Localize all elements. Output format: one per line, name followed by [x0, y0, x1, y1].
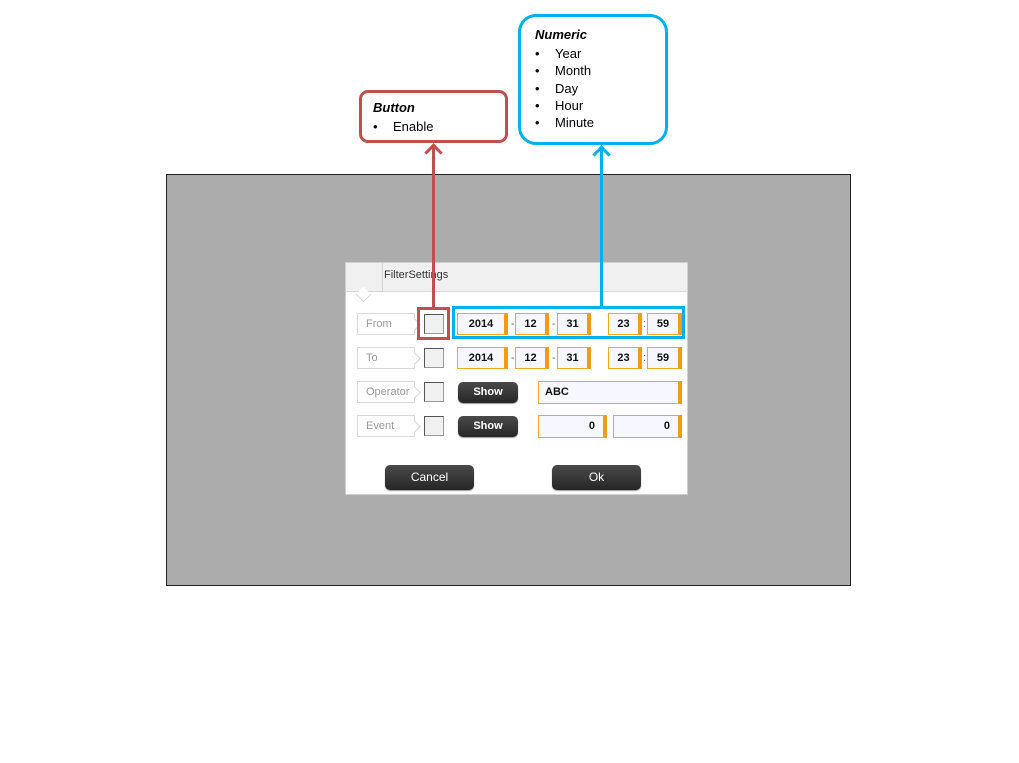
enable-checkbox-highlight	[417, 307, 450, 340]
button-arrow-icon	[424, 143, 443, 162]
operator-enable-checkbox[interactable]	[424, 382, 444, 402]
to-year-field[interactable]: 2014	[457, 347, 508, 369]
to-label: To	[357, 347, 415, 369]
to-enable-checkbox[interactable]	[424, 348, 444, 368]
numeric-callout: Numeric • Year • Month • Day • Hour • Minute	[518, 14, 668, 145]
date-separator: -	[552, 352, 556, 364]
operator-label: Operator	[357, 381, 415, 403]
to-day-field[interactable]: 31	[557, 347, 591, 369]
event-from-field[interactable]: 0	[538, 415, 607, 438]
ok-button[interactable]: Ok	[552, 465, 641, 490]
to-month-field[interactable]: 12	[515, 347, 549, 369]
button-callout-title: Button	[373, 100, 415, 115]
operator-show-button[interactable]: Show	[458, 382, 518, 403]
button-callout-item: • Enable	[373, 119, 434, 134]
from-label: From	[357, 313, 415, 335]
numeric-callout-title: Numeric	[535, 27, 588, 42]
dialog-title: FilterSettings	[384, 269, 449, 281]
numeric-callout-item: • Month	[535, 63, 592, 79]
operator-text-field[interactable]: ABC	[538, 381, 682, 404]
to-minute-field[interactable]: 59	[647, 347, 682, 369]
numeric-callout-list: • Year • Month • Day • Hour • Minute	[535, 45, 594, 131]
dialog-header: FilterSettings	[346, 263, 687, 292]
numeric-fields-highlight	[452, 306, 685, 339]
to-hour-field[interactable]: 23	[608, 347, 642, 369]
numeric-callout-item: • Minute	[535, 115, 595, 131]
time-separator: :	[643, 352, 647, 364]
header-divider	[382, 263, 383, 291]
numeric-callout-item: • Day	[535, 80, 579, 96]
event-to-field[interactable]: 0	[613, 415, 682, 438]
numeric-arrow-icon	[592, 145, 611, 164]
event-show-button[interactable]: Show	[458, 416, 518, 437]
button-callout-list: • Enable	[373, 118, 433, 135]
event-enable-checkbox[interactable]	[424, 416, 444, 436]
event-label: Event	[357, 415, 415, 437]
button-callout: Button • Enable	[359, 90, 508, 143]
button-connector-line	[432, 146, 435, 310]
filter-settings-dialog: FilterSettings From 2014 - 12 - 31 23 : …	[345, 262, 688, 495]
numeric-callout-item: • Year	[535, 46, 582, 61]
cancel-button[interactable]: Cancel	[385, 465, 474, 490]
numeric-connector-line	[600, 148, 603, 308]
numeric-callout-item: • Hour	[535, 97, 584, 113]
